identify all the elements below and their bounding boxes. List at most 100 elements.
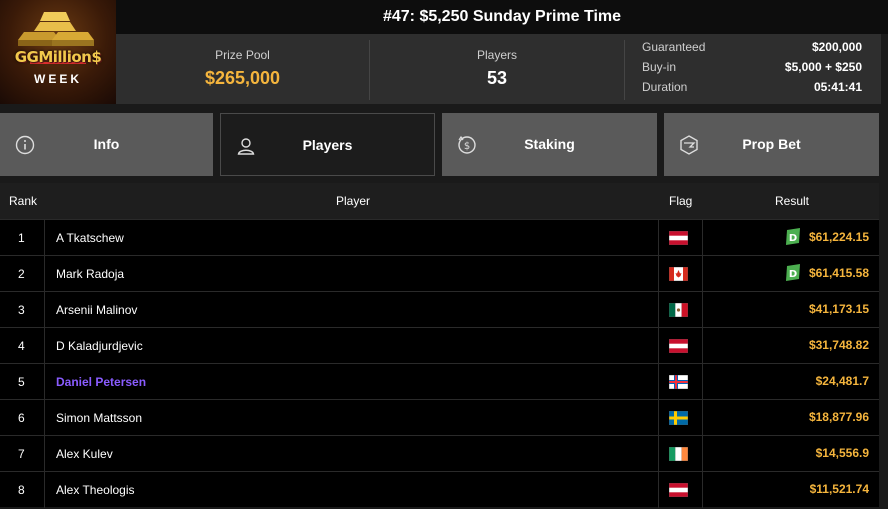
buyin-row: Buy-in $5,000 + $250 (642, 60, 862, 80)
row-result: $41,173.15 (808, 302, 869, 316)
header-result[interactable]: Result (775, 194, 809, 208)
ireland-flag-icon (669, 447, 688, 461)
column-divider (702, 328, 703, 364)
row-result: $18,877.96 (808, 410, 869, 424)
canada-flag-icon (669, 267, 688, 281)
gold-bars-icon (18, 12, 94, 46)
header-player[interactable]: Player (336, 194, 370, 208)
table-row[interactable]: 2 Mark Radoja D $61,415.58 (0, 255, 879, 292)
column-divider (658, 472, 659, 508)
buyin-value: $5,000 + $250 (784, 60, 862, 74)
row-player-name[interactable]: Simon Mattsson (56, 411, 142, 425)
row-rank: 4 (18, 339, 25, 353)
austria-flag-icon (669, 231, 688, 245)
column-divider (44, 400, 45, 436)
row-player-name[interactable]: A Tkatschew (56, 231, 124, 245)
row-result: $11,521.74 (809, 482, 869, 496)
row-player-name[interactable]: Alex Kulev (56, 447, 113, 461)
column-divider (658, 292, 659, 328)
header-rank[interactable]: Rank (9, 194, 37, 208)
tab-players-label: Players (302, 137, 353, 153)
buyin-label: Buy-in (642, 60, 677, 74)
divider (624, 40, 625, 100)
column-divider (44, 256, 45, 292)
players-count-label: Players (476, 48, 517, 62)
mexico-flag-icon (669, 303, 688, 317)
duration-value: 05:41:41 (813, 80, 862, 94)
prize-pool-label: Prize Pool (215, 48, 270, 62)
players-count: Players 53 (370, 34, 624, 104)
row-rank: 1 (18, 231, 25, 245)
prize-pool-value: $265,000 (204, 68, 281, 88)
guaranteed-value: $200,000 (811, 40, 862, 54)
row-player-name[interactable]: Arsenii Malinov (56, 303, 137, 317)
prize-pool: Prize Pool $265,000 (116, 34, 369, 104)
table-row[interactable]: 5 Daniel Petersen $24,481.7 (0, 363, 879, 400)
austria-flag-icon (669, 339, 688, 353)
faroe-islands-flag-icon (669, 375, 688, 389)
row-rank: 8 (18, 483, 25, 497)
column-divider (658, 364, 659, 400)
column-divider (44, 436, 45, 472)
row-rank: 6 (18, 411, 25, 425)
row-player-name[interactable]: Daniel Petersen (56, 375, 146, 389)
tab-staking-label: Staking (524, 136, 575, 152)
row-result: $61,415.58 (808, 266, 869, 280)
row-player-name[interactable]: D Kaladjurdjevic (56, 339, 143, 353)
column-divider (44, 328, 45, 364)
players-table: Rank Player Flag Result 1 A Tkatschew D $61… (0, 183, 879, 508)
tab-info[interactable]: Info (0, 113, 213, 176)
table-row[interactable]: 4 D Kaladjurdjevic $31,748.82 (0, 327, 879, 364)
ggmillions-week-logo: GGMillion$ WEEK (0, 0, 116, 104)
table-row[interactable]: 3 Arsenii Malinov $41,173.15 (0, 291, 879, 328)
column-divider (702, 292, 703, 328)
d-badge-icon[interactable]: D (785, 264, 801, 282)
row-rank: 3 (18, 303, 25, 317)
column-divider (44, 292, 45, 328)
column-divider (658, 256, 659, 292)
row-result: $24,481.7 (815, 374, 869, 388)
row-result: $61,224.15 (808, 230, 869, 244)
table-body: 1 A Tkatschew D $61,224.15 2 Mark Radoja D $61,… (0, 219, 879, 508)
table-row[interactable]: 1 A Tkatschew D $61,224.15 (0, 219, 879, 256)
austria-flag-icon (669, 483, 688, 497)
guaranteed-row: Guaranteed $200,000 (642, 40, 862, 60)
column-divider (658, 220, 659, 256)
header-flag[interactable]: Flag (669, 194, 692, 208)
column-divider (658, 400, 659, 436)
tournament-page: GGMillion$ WEEK #47: $5,250 Sunday Prime… (0, 0, 888, 509)
column-divider (658, 328, 659, 364)
logo-subtext: WEEK (34, 72, 82, 86)
column-divider (702, 400, 703, 436)
sweden-flag-icon (669, 411, 688, 425)
row-result: $31,748.82 (808, 338, 869, 352)
tab-staking[interactable]: $ Staking (442, 113, 657, 176)
table-row[interactable]: 6 Simon Mattsson $18,877.96 (0, 399, 879, 436)
row-player-name[interactable]: Mark Radoja (56, 267, 124, 281)
column-divider (702, 472, 703, 508)
column-divider (702, 256, 703, 292)
tab-info-label: Info (93, 136, 120, 152)
guaranteed-label: Guaranteed (642, 40, 706, 54)
column-divider (44, 364, 45, 400)
tournament-summary: Prize Pool $265,000 Players 53 Guarantee… (116, 34, 881, 104)
tab-players[interactable]: Players (220, 113, 435, 176)
column-divider (658, 436, 659, 472)
scrollbar[interactable] (880, 183, 888, 509)
column-divider (44, 472, 45, 508)
row-rank: 2 (18, 267, 25, 281)
table-header: Rank Player Flag Result (0, 183, 879, 219)
d-badge-label: D (789, 269, 797, 280)
logo-text: GGMillion$ (14, 48, 102, 66)
row-rank: 5 (18, 375, 25, 389)
table-row[interactable]: 7 Alex Kulev $14,556.9 (0, 435, 879, 472)
row-player-name[interactable]: Alex Theologis (56, 483, 135, 497)
players-count-value: 53 (486, 68, 508, 88)
tournament-details: Guaranteed $200,000 Buy-in $5,000 + $250… (642, 40, 862, 100)
column-divider (44, 220, 45, 256)
table-row[interactable]: 8 Alex Theologis $11,521.74 (0, 471, 879, 508)
tab-prop-bet[interactable]: Prop Bet (664, 113, 879, 176)
column-divider (702, 220, 703, 256)
d-badge-icon[interactable]: D (785, 228, 801, 246)
tab-prop-bet-label: Prop Bet (742, 136, 801, 152)
